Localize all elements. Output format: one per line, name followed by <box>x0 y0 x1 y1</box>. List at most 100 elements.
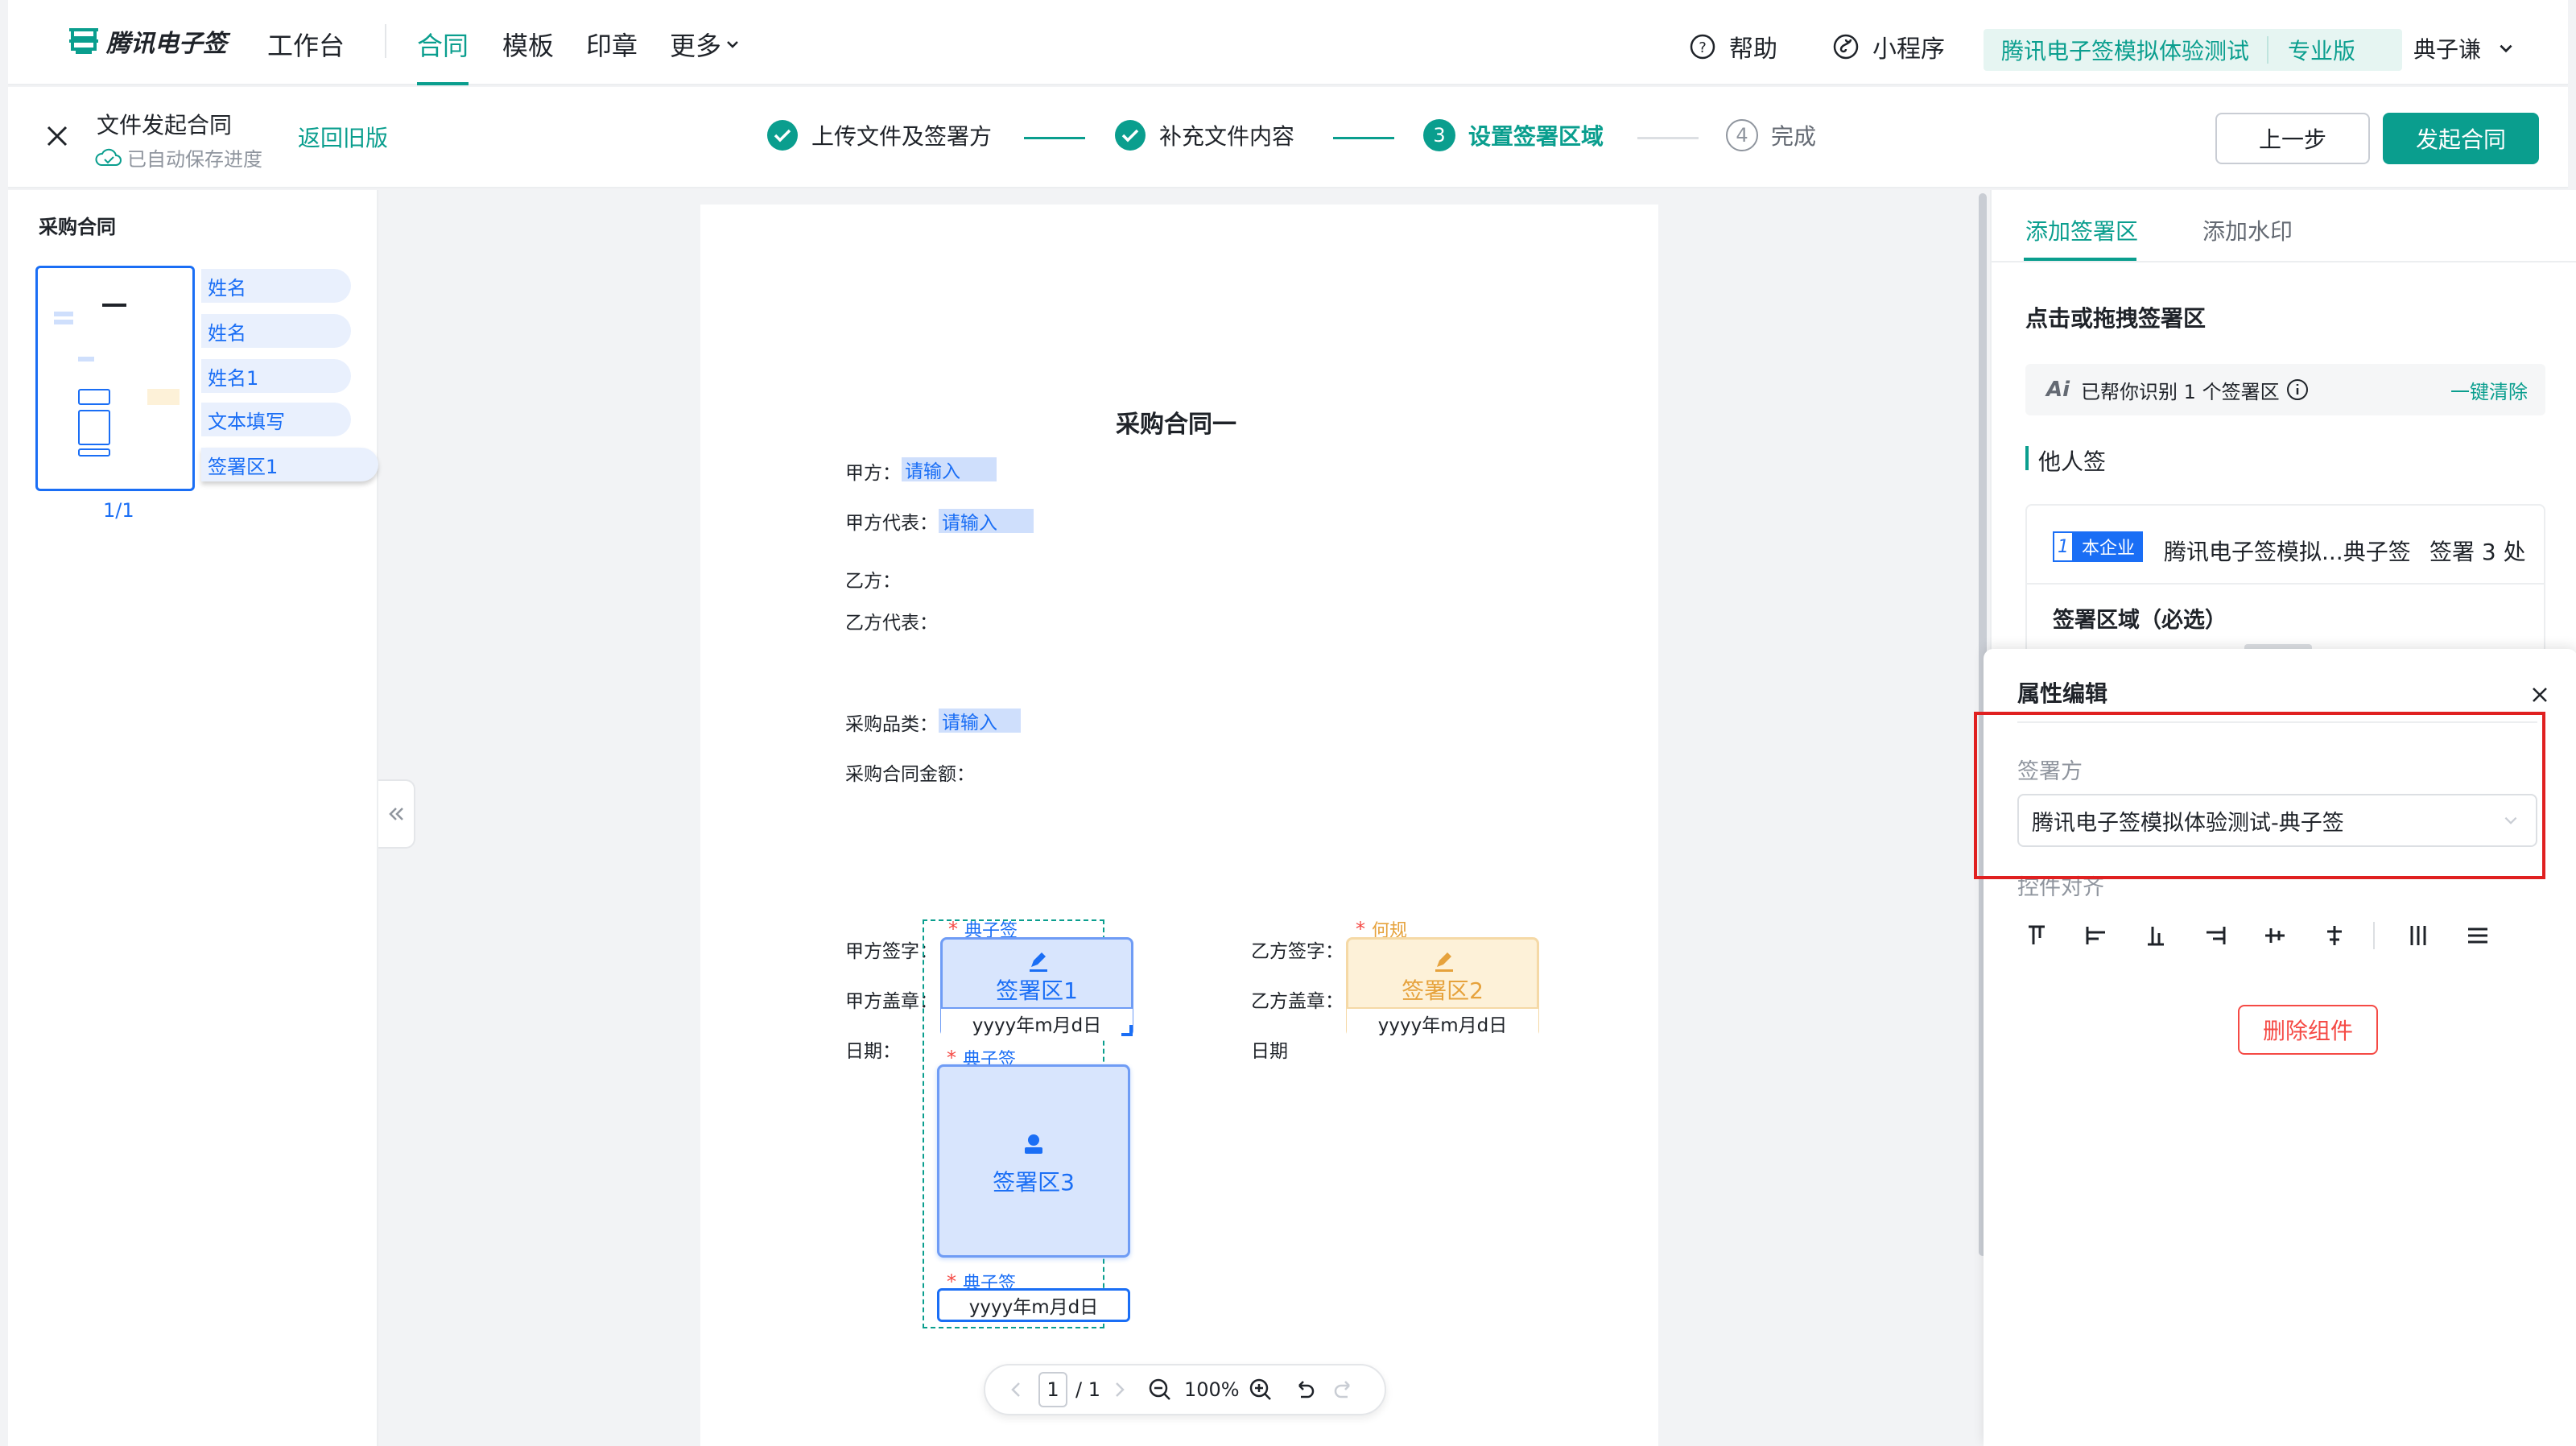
sign-zone-1[interactable]: 签署区1 yyyy年m月d日 <box>940 937 1133 1038</box>
card-divider <box>2027 583 2544 585</box>
svg-text:?: ? <box>1699 39 1707 56</box>
start-contract-button[interactable]: 发起合同 <box>2383 113 2539 164</box>
align-left-icon[interactable] <box>2077 916 2116 955</box>
party-a-input[interactable]: 请输入 <box>902 457 997 482</box>
check-circle-icon <box>767 120 798 151</box>
group-marker <box>2025 446 2029 470</box>
thumbnail-sign-zone <box>78 448 110 457</box>
zoom-in-icon[interactable] <box>1248 1377 1274 1403</box>
align-center-horizontal-icon[interactable] <box>2315 916 2354 955</box>
field-chip-active[interactable]: 签署区1 <box>201 448 378 481</box>
distribute-vertical-icon[interactable] <box>2458 916 2497 955</box>
zoom-out-icon[interactable] <box>1147 1377 1173 1403</box>
org-name: 腾讯电子签模拟体验测试 <box>2001 38 2250 64</box>
resize-handle[interactable] <box>1121 1025 1133 1036</box>
page-total: / 1 <box>1075 1378 1100 1401</box>
zoom-level: 100% <box>1183 1378 1240 1401</box>
thumbnail-sign-zone <box>78 410 110 445</box>
step-1: 上传文件及签署方 <box>766 119 992 151</box>
miniprogram-icon <box>1833 34 1859 60</box>
nav-seal[interactable]: 印章 <box>586 26 638 63</box>
tab-add-watermark[interactable]: 添加水印 <box>2202 214 2293 246</box>
close-icon[interactable] <box>2531 686 2549 704</box>
align-top-icon[interactable] <box>2017 916 2056 955</box>
align-right-icon[interactable] <box>2196 916 2235 955</box>
nav-active-indicator <box>417 82 469 85</box>
align-bottom-icon[interactable] <box>2136 916 2175 955</box>
help-link[interactable]: ? 帮助 <box>1689 29 1777 64</box>
sign-zone-3[interactable]: 签署区3 <box>937 1064 1130 1258</box>
nav-workbench[interactable]: 工作台 <box>267 26 345 63</box>
collapse-panel-button[interactable] <box>378 779 415 849</box>
brand-logo[interactable]: 腾讯电子签 <box>68 23 227 60</box>
plan-badge: 专业版 <box>2288 38 2356 64</box>
seal-icon <box>1025 1134 1042 1154</box>
distribute-horizontal-icon[interactable] <box>2399 916 2438 955</box>
nav-template[interactable]: 模板 <box>502 26 554 63</box>
sign-zone-1-date[interactable]: yyyy年m月d日 <box>941 1007 1133 1038</box>
party-a-date-label: 日期： <box>845 1041 901 1062</box>
field-chip[interactable]: 姓名1 <box>201 359 351 393</box>
chevron-left-icon[interactable] <box>1008 1380 1024 1399</box>
align-toolbar <box>2017 916 2497 955</box>
page-toolbar: 1 / 1 100% <box>984 1364 1386 1415</box>
thumbnail-sign-zone <box>147 389 180 405</box>
party-a-rep-input[interactable]: 请输入 <box>939 509 1034 534</box>
page-thumbnail[interactable] <box>35 266 195 491</box>
date-zone[interactable]: yyyy年m月d日 <box>937 1288 1130 1322</box>
user-menu[interactable]: 典子谦 <box>2413 32 2515 64</box>
step-1-label: 上传文件及签署方 <box>811 123 993 150</box>
property-editor-title: 属性编辑 <box>2017 680 2108 707</box>
page-number-input[interactable]: 1 <box>1038 1372 1067 1407</box>
document-canvas: 采购合同一 甲方： 请输入 甲方代表： 请输入 乙方： 乙方代表： 采购品类： … <box>700 205 1658 1446</box>
step-3-number: 3 <box>1423 119 1455 151</box>
redo-icon[interactable] <box>1331 1378 1356 1402</box>
left-panel: 采购合同 姓名 姓名 姓名1 文本填写 签署区1 1/1 <box>8 190 378 1446</box>
document-name: 采购合同 <box>39 216 116 238</box>
sign-zone-2[interactable]: 签署区2 yyyy年m月d日 <box>1346 937 1539 1038</box>
category-input[interactable]: 请输入 <box>939 709 1021 733</box>
signer-number: 1 <box>2053 531 2074 562</box>
party-b-sign-label: 乙方签字： <box>1251 941 1344 962</box>
prev-button[interactable]: 上一步 <box>2215 113 2370 164</box>
field-chip[interactable]: 姓名 <box>201 314 351 348</box>
brand-name: 腾讯电子签 <box>106 30 227 58</box>
thumbnail-sign-zone <box>78 389 110 405</box>
thumbnail-field <box>78 357 94 362</box>
nav-more[interactable]: 更多 <box>670 26 741 63</box>
page-indicator: 1/1 <box>103 499 134 522</box>
close-icon[interactable] <box>45 124 69 148</box>
miniprogram-label: 小程序 <box>1872 35 1945 64</box>
step-bar: 文件发起合同 已自动保存进度 返回旧版 上传文件及签署方 补充文件内容 3 设置… <box>8 87 2568 188</box>
org-switcher[interactable]: 腾讯电子签模拟体验测试 专业版 <box>1984 29 2402 71</box>
delete-component-button[interactable]: 删除组件 <box>2238 1005 2378 1055</box>
miniprogram-link[interactable]: 小程序 <box>1832 29 1945 64</box>
pen-icon <box>1030 952 1047 972</box>
step-3-label: 设置签署区域 <box>1468 123 1604 150</box>
chevron-right-icon[interactable] <box>1112 1380 1128 1399</box>
align-center-vertical-icon[interactable] <box>2256 916 2294 955</box>
party-b-date-label: 日期 <box>1251 1041 1288 1062</box>
step-2-label: 补充文件内容 <box>1159 123 1295 150</box>
help-label: 帮助 <box>1729 35 1777 64</box>
autosave-text: 已自动保存进度 <box>127 148 262 171</box>
user-name: 典子谦 <box>2413 36 2482 63</box>
tab-add-sign-zone[interactable]: 添加签署区 <box>2025 214 2138 246</box>
group-title: 他人签 <box>2038 448 2107 475</box>
back-old-link[interactable]: 返回旧版 <box>298 121 388 153</box>
nav-contract[interactable]: 合同 <box>417 26 469 63</box>
page-title: 文件发起合同 <box>97 112 233 138</box>
field-chip[interactable]: 文本填写 <box>201 403 351 436</box>
undo-icon[interactable] <box>1293 1378 1317 1402</box>
sign-zone-1-label: 签署区1 <box>996 977 1078 1004</box>
chevron-down-icon <box>727 41 738 48</box>
sign-zone-2-date[interactable]: yyyy年m月d日 <box>1347 1007 1538 1038</box>
signer-card[interactable]: 1 本企业 腾讯电子签模拟...典子签 签署 3 处 签署区域（必选） <box>2025 504 2545 673</box>
field-chip[interactable]: 姓名 <box>201 269 351 303</box>
info-icon[interactable] <box>2286 378 2309 401</box>
autosave-status: 已自动保存进度 <box>95 143 262 171</box>
tab-divider <box>1992 261 2576 262</box>
clear-all-link[interactable]: 一键清除 <box>2450 376 2528 404</box>
top-navigation: 腾讯电子签 工作台 合同 模板 印章 更多 ? 帮助 小程序 腾讯电子签模拟体验… <box>8 0 2568 85</box>
signer-name: 腾讯电子签模拟...典子签 <box>2164 539 2411 565</box>
